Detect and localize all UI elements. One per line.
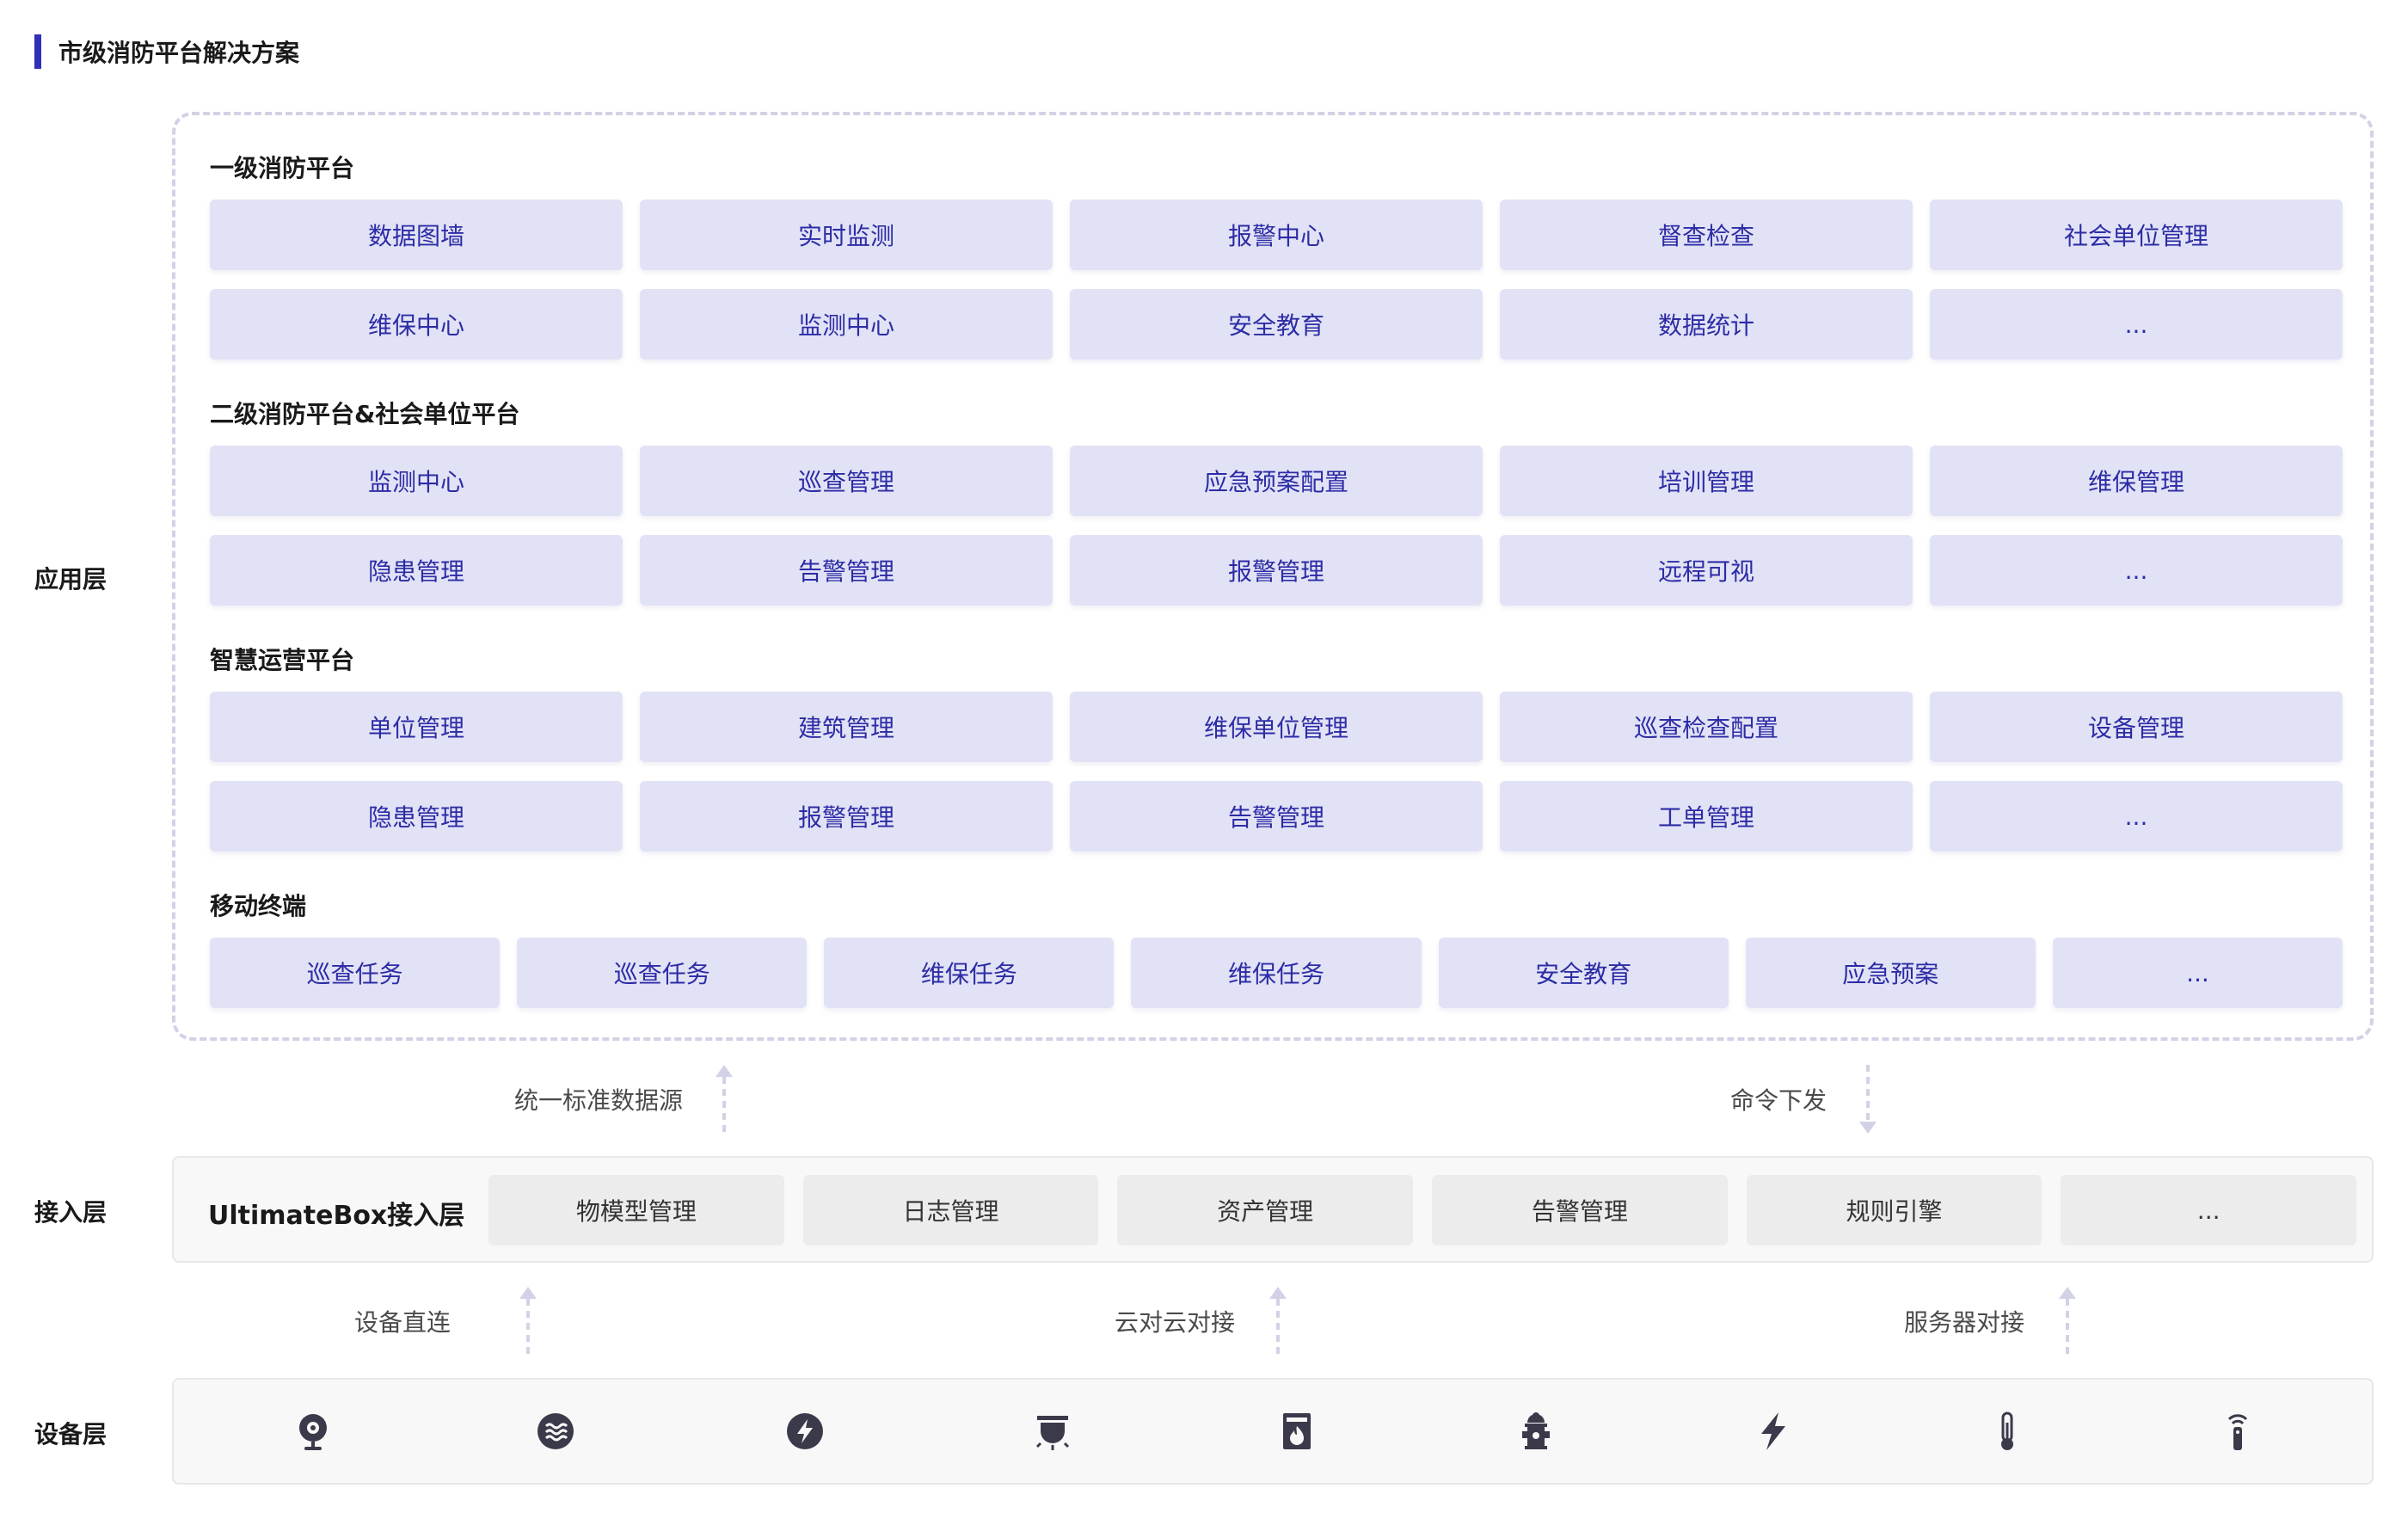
thermometer-icon bbox=[1983, 1407, 2031, 1455]
arrow-up-icon bbox=[1268, 1285, 1288, 1357]
flow-label-data-source: 统一标准数据源 bbox=[514, 1086, 684, 1115]
module-cell: 隐患管理 bbox=[210, 535, 623, 606]
module-cell: 维保单位管理 bbox=[1070, 692, 1483, 762]
group-grid-operation: 单位管理 建筑管理 维保单位管理 巡查检查配置 设备管理隐患管理 报警管理 告警管理 工单管理… bbox=[210, 692, 2343, 852]
module-cell: 社会单位管理 bbox=[1930, 200, 2343, 270]
smoke-detector-icon bbox=[531, 1407, 580, 1455]
module-cell: 巡查任务 bbox=[517, 938, 808, 1008]
module-cell: 单位管理 bbox=[210, 692, 623, 762]
layer-label-app: 应用层 bbox=[34, 565, 108, 593]
flow-label-server: 服务器对接 bbox=[1904, 1308, 2025, 1337]
module-cell: 巡查检查配置 bbox=[1500, 692, 1913, 762]
access-layer-bar: UltimateBox接入层 物模型管理 日志管理 资产管理 告警管理 规则引擎... bbox=[172, 1156, 2374, 1263]
group-grid-level2: 监测中心 巡查管理 应急预案配置 培训管理 维保管理隐患管理 告警管理 报警管理 远程可视..… bbox=[210, 446, 2343, 606]
module-cell: 监测中心 bbox=[210, 446, 623, 516]
arrow-up-icon bbox=[714, 1063, 734, 1135]
access-module-cell: ... bbox=[2061, 1175, 2356, 1245]
module-cell: 数据图墙 bbox=[210, 200, 623, 270]
module-cell: 远程可视 bbox=[1500, 535, 1913, 606]
module-cell: 建筑管理 bbox=[640, 692, 1053, 762]
group-title-mobile: 移动终端 bbox=[210, 892, 307, 920]
group-grid-mobile: 巡查任务 巡查任务 维保任务 维保任务 安全教育 应急预案... bbox=[210, 938, 2343, 1008]
layer-label-device: 设备层 bbox=[34, 1420, 108, 1448]
page-title: 市级消防平台解决方案 bbox=[34, 34, 299, 69]
group-grid-level1: 数据图墙 实时监测 报警中心 督查检查 社会单位管理维保中心 监测中心 安全教育 数据统计..… bbox=[210, 200, 2343, 360]
group-title-level2: 二级消防平台&社会单位平台 bbox=[210, 400, 520, 428]
module-cell: ... bbox=[1930, 289, 2343, 360]
module-cell: 报警中心 bbox=[1070, 200, 1483, 270]
flow-label-cloud: 云对云对接 bbox=[1115, 1308, 1236, 1337]
title-accent-bar bbox=[34, 34, 41, 69]
module-cell: 维保管理 bbox=[1930, 446, 2343, 516]
module-cell: 安全教育 bbox=[1438, 938, 1729, 1008]
module-cell: 监测中心 bbox=[640, 289, 1053, 360]
module-cell: 应急预案 bbox=[1745, 938, 2036, 1008]
module-cell: 告警管理 bbox=[640, 535, 1053, 606]
module-cell: 工单管理 bbox=[1500, 781, 1913, 852]
wireless-sensor-icon bbox=[2214, 1407, 2262, 1455]
module-cell: 维保任务 bbox=[1131, 938, 1422, 1008]
arrow-down-icon bbox=[1858, 1063, 1878, 1135]
module-cell: 培训管理 bbox=[1500, 446, 1913, 516]
module-cell: 报警管理 bbox=[1070, 535, 1483, 606]
access-items-grid: 物模型管理 日志管理 资产管理 告警管理 规则引擎... bbox=[488, 1175, 2356, 1245]
module-cell: 数据统计 bbox=[1500, 289, 1913, 360]
module-cell: 安全教育 bbox=[1070, 289, 1483, 360]
access-layer-name: UltimateBox接入层 bbox=[208, 1201, 465, 1231]
group-title-level1: 一级消防平台 bbox=[210, 154, 355, 182]
module-cell: 巡查管理 bbox=[640, 446, 1053, 516]
layer-label-access: 接入层 bbox=[34, 1198, 108, 1227]
module-cell: ... bbox=[1930, 535, 2343, 606]
module-cell: 应急预案配置 bbox=[1070, 446, 1483, 516]
fire-cabinet-icon bbox=[1273, 1407, 1321, 1455]
arrow-up-icon bbox=[2057, 1285, 2078, 1357]
module-cell: 实时监测 bbox=[640, 200, 1053, 270]
access-module-cell: 告警管理 bbox=[1431, 1175, 1728, 1245]
module-cell: ... bbox=[1930, 781, 2343, 852]
module-cell: 设备管理 bbox=[1930, 692, 2343, 762]
flow-label-direct: 设备直连 bbox=[354, 1308, 452, 1337]
flow-label-command: 命令下发 bbox=[1730, 1086, 1828, 1115]
module-cell: 维保中心 bbox=[210, 289, 623, 360]
alarm-light-icon bbox=[1029, 1407, 1077, 1455]
access-module-cell: 物模型管理 bbox=[488, 1175, 784, 1245]
module-cell: 督查检查 bbox=[1500, 200, 1913, 270]
fire-hydrant-icon bbox=[1512, 1407, 1560, 1455]
access-module-cell: 日志管理 bbox=[802, 1175, 1099, 1245]
module-cell: 告警管理 bbox=[1070, 781, 1483, 852]
module-cell: 隐患管理 bbox=[210, 781, 623, 852]
access-module-cell: 规则引擎 bbox=[1746, 1175, 2042, 1245]
module-cell: 报警管理 bbox=[640, 781, 1053, 852]
group-title-operation: 智慧运营平台 bbox=[210, 646, 355, 674]
module-cell: 巡查任务 bbox=[210, 938, 501, 1008]
camera-icon bbox=[289, 1407, 337, 1455]
arrow-up-icon bbox=[518, 1285, 538, 1357]
module-cell: ... bbox=[2052, 938, 2343, 1008]
page-title-text: 市级消防平台解决方案 bbox=[58, 39, 300, 67]
device-layer-bar bbox=[172, 1378, 2374, 1485]
electric-detector-icon bbox=[781, 1407, 829, 1455]
lightning-icon bbox=[1749, 1407, 1797, 1455]
access-module-cell: 资产管理 bbox=[1117, 1175, 1413, 1245]
application-layer-frame: 一级消防平台 数据图墙 实时监测 报警中心 督查检查 社会单位管理 维保中心 监测中心 安全教… bbox=[172, 112, 2374, 1041]
module-cell: 维保任务 bbox=[824, 938, 1115, 1008]
